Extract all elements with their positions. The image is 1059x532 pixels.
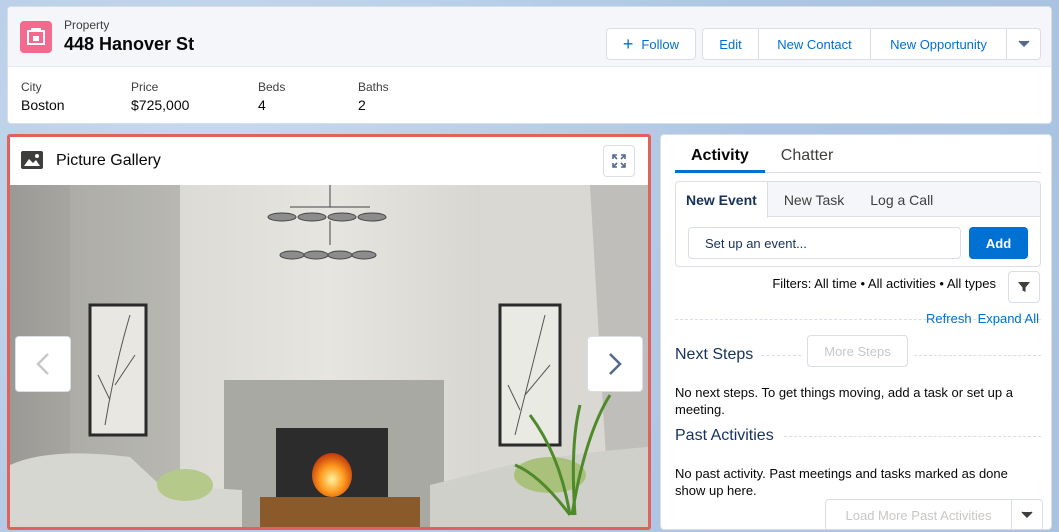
follow-label: Follow bbox=[641, 36, 679, 52]
activity-panel: Activity Chatter New Event New Task Log … bbox=[660, 134, 1052, 530]
divider bbox=[914, 355, 1041, 356]
event-input[interactable]: Set up an event... bbox=[688, 227, 961, 259]
field-value: 2 bbox=[358, 97, 366, 113]
timeline-links: Refresh Expand All bbox=[920, 311, 1039, 326]
plus-icon: + bbox=[622, 34, 634, 54]
chevron-left-icon bbox=[36, 353, 49, 375]
header-actions: + Follow Edit New Contact New Opportunit… bbox=[605, 28, 1041, 60]
field-baths: Baths 2 bbox=[358, 80, 458, 113]
publisher-tabs: New Event New Task Log a Call bbox=[676, 182, 1040, 218]
gallery-header: Picture Gallery bbox=[10, 137, 648, 185]
next-steps-message: No next steps. To get things moving, add… bbox=[675, 385, 1013, 417]
chevron-right-icon bbox=[609, 353, 622, 375]
new-opportunity-button[interactable]: New Opportunity bbox=[871, 28, 1007, 60]
follow-button[interactable]: + Follow bbox=[605, 28, 696, 60]
record-type-label: Property bbox=[64, 18, 110, 32]
picture-gallery: Picture Gallery bbox=[7, 134, 651, 530]
expand-icon bbox=[612, 154, 626, 168]
filter-icon bbox=[1018, 282, 1030, 292]
tab-log-a-call[interactable]: Log a Call bbox=[854, 182, 943, 217]
edit-button[interactable]: Edit bbox=[702, 28, 759, 60]
gallery-title: Picture Gallery bbox=[56, 152, 161, 169]
filters-text: Filters: All time • All activities • All… bbox=[772, 276, 996, 291]
action-button-group: Edit New Contact New Opportunity bbox=[702, 28, 1041, 60]
tab-activity[interactable]: Activity bbox=[675, 135, 765, 173]
field-value: $725,000 bbox=[131, 97, 190, 113]
property-icon bbox=[20, 21, 52, 53]
expand-button[interactable] bbox=[603, 145, 635, 177]
next-steps-title: Next Steps bbox=[675, 346, 754, 363]
gallery-image bbox=[10, 185, 648, 527]
image-icon bbox=[21, 151, 43, 169]
field-beds: Beds 4 bbox=[258, 80, 358, 113]
field-label: City bbox=[21, 80, 42, 94]
past-activities-title: Past Activities bbox=[675, 427, 774, 444]
next-image-button[interactable] bbox=[587, 336, 643, 392]
chevron-down-icon bbox=[1017, 40, 1030, 48]
chevron-down-icon bbox=[1021, 511, 1033, 519]
more-actions-button[interactable] bbox=[1007, 28, 1041, 60]
field-value: 4 bbox=[258, 97, 266, 113]
tab-new-event[interactable]: New Event bbox=[676, 182, 768, 218]
add-button[interactable]: Add bbox=[969, 227, 1028, 259]
highlight-fields: City Boston Price $725,000 Beds 4 Baths … bbox=[21, 80, 458, 113]
divider bbox=[784, 436, 1041, 437]
record-header: Property 448 Hanover St + Follow Edit Ne… bbox=[7, 6, 1052, 124]
activity-publisher: New Event New Task Log a Call Set up an … bbox=[675, 181, 1041, 267]
refresh-link[interactable]: Refresh bbox=[926, 311, 972, 326]
field-label: Beds bbox=[258, 80, 286, 94]
past-activities-message: No past activity. Past meetings and task… bbox=[675, 466, 1008, 498]
expand-all-link[interactable]: Expand All bbox=[978, 311, 1039, 326]
tab-new-task[interactable]: New Task bbox=[768, 182, 854, 217]
filter-button[interactable] bbox=[1008, 271, 1040, 303]
load-more-button[interactable]: Load More Past Activities bbox=[825, 499, 1012, 529]
field-label: Baths bbox=[358, 80, 389, 94]
activity-tabs: Activity Chatter bbox=[675, 135, 1041, 173]
field-value: Boston bbox=[21, 97, 65, 113]
record-header-top: Property 448 Hanover St + Follow Edit Ne… bbox=[8, 7, 1051, 67]
load-more-menu-button[interactable] bbox=[1011, 499, 1043, 529]
field-city: City Boston bbox=[21, 80, 131, 113]
field-label: Price bbox=[131, 80, 159, 94]
record-name: 448 Hanover St bbox=[64, 34, 195, 54]
more-steps-button[interactable]: More Steps bbox=[807, 335, 908, 367]
tab-chatter[interactable]: Chatter bbox=[765, 135, 849, 173]
previous-image-button[interactable] bbox=[15, 336, 71, 392]
divider bbox=[761, 355, 801, 356]
new-contact-button[interactable]: New Contact bbox=[759, 28, 871, 60]
field-price: Price $725,000 bbox=[131, 80, 258, 113]
